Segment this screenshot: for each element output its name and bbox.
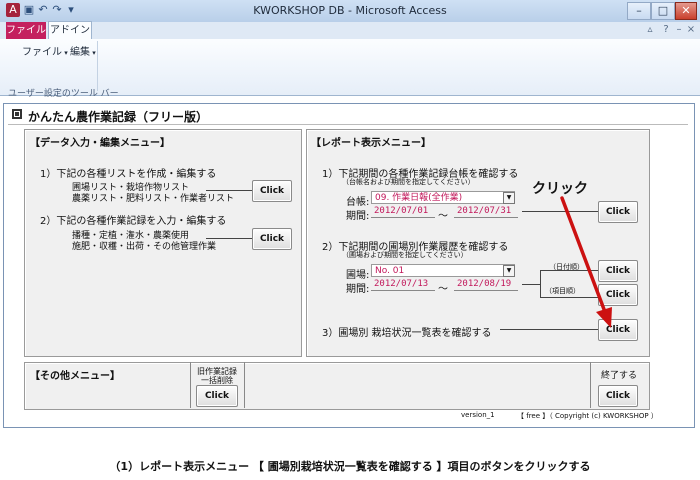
arrow-head xyxy=(596,307,612,328)
annotation-arrow xyxy=(560,196,612,328)
arrow-line xyxy=(560,196,607,314)
page-caption: （1）レポート表示メニュー 【 圃場別栽培状況一覧表を確認する 】項目のボタンを… xyxy=(109,460,591,473)
